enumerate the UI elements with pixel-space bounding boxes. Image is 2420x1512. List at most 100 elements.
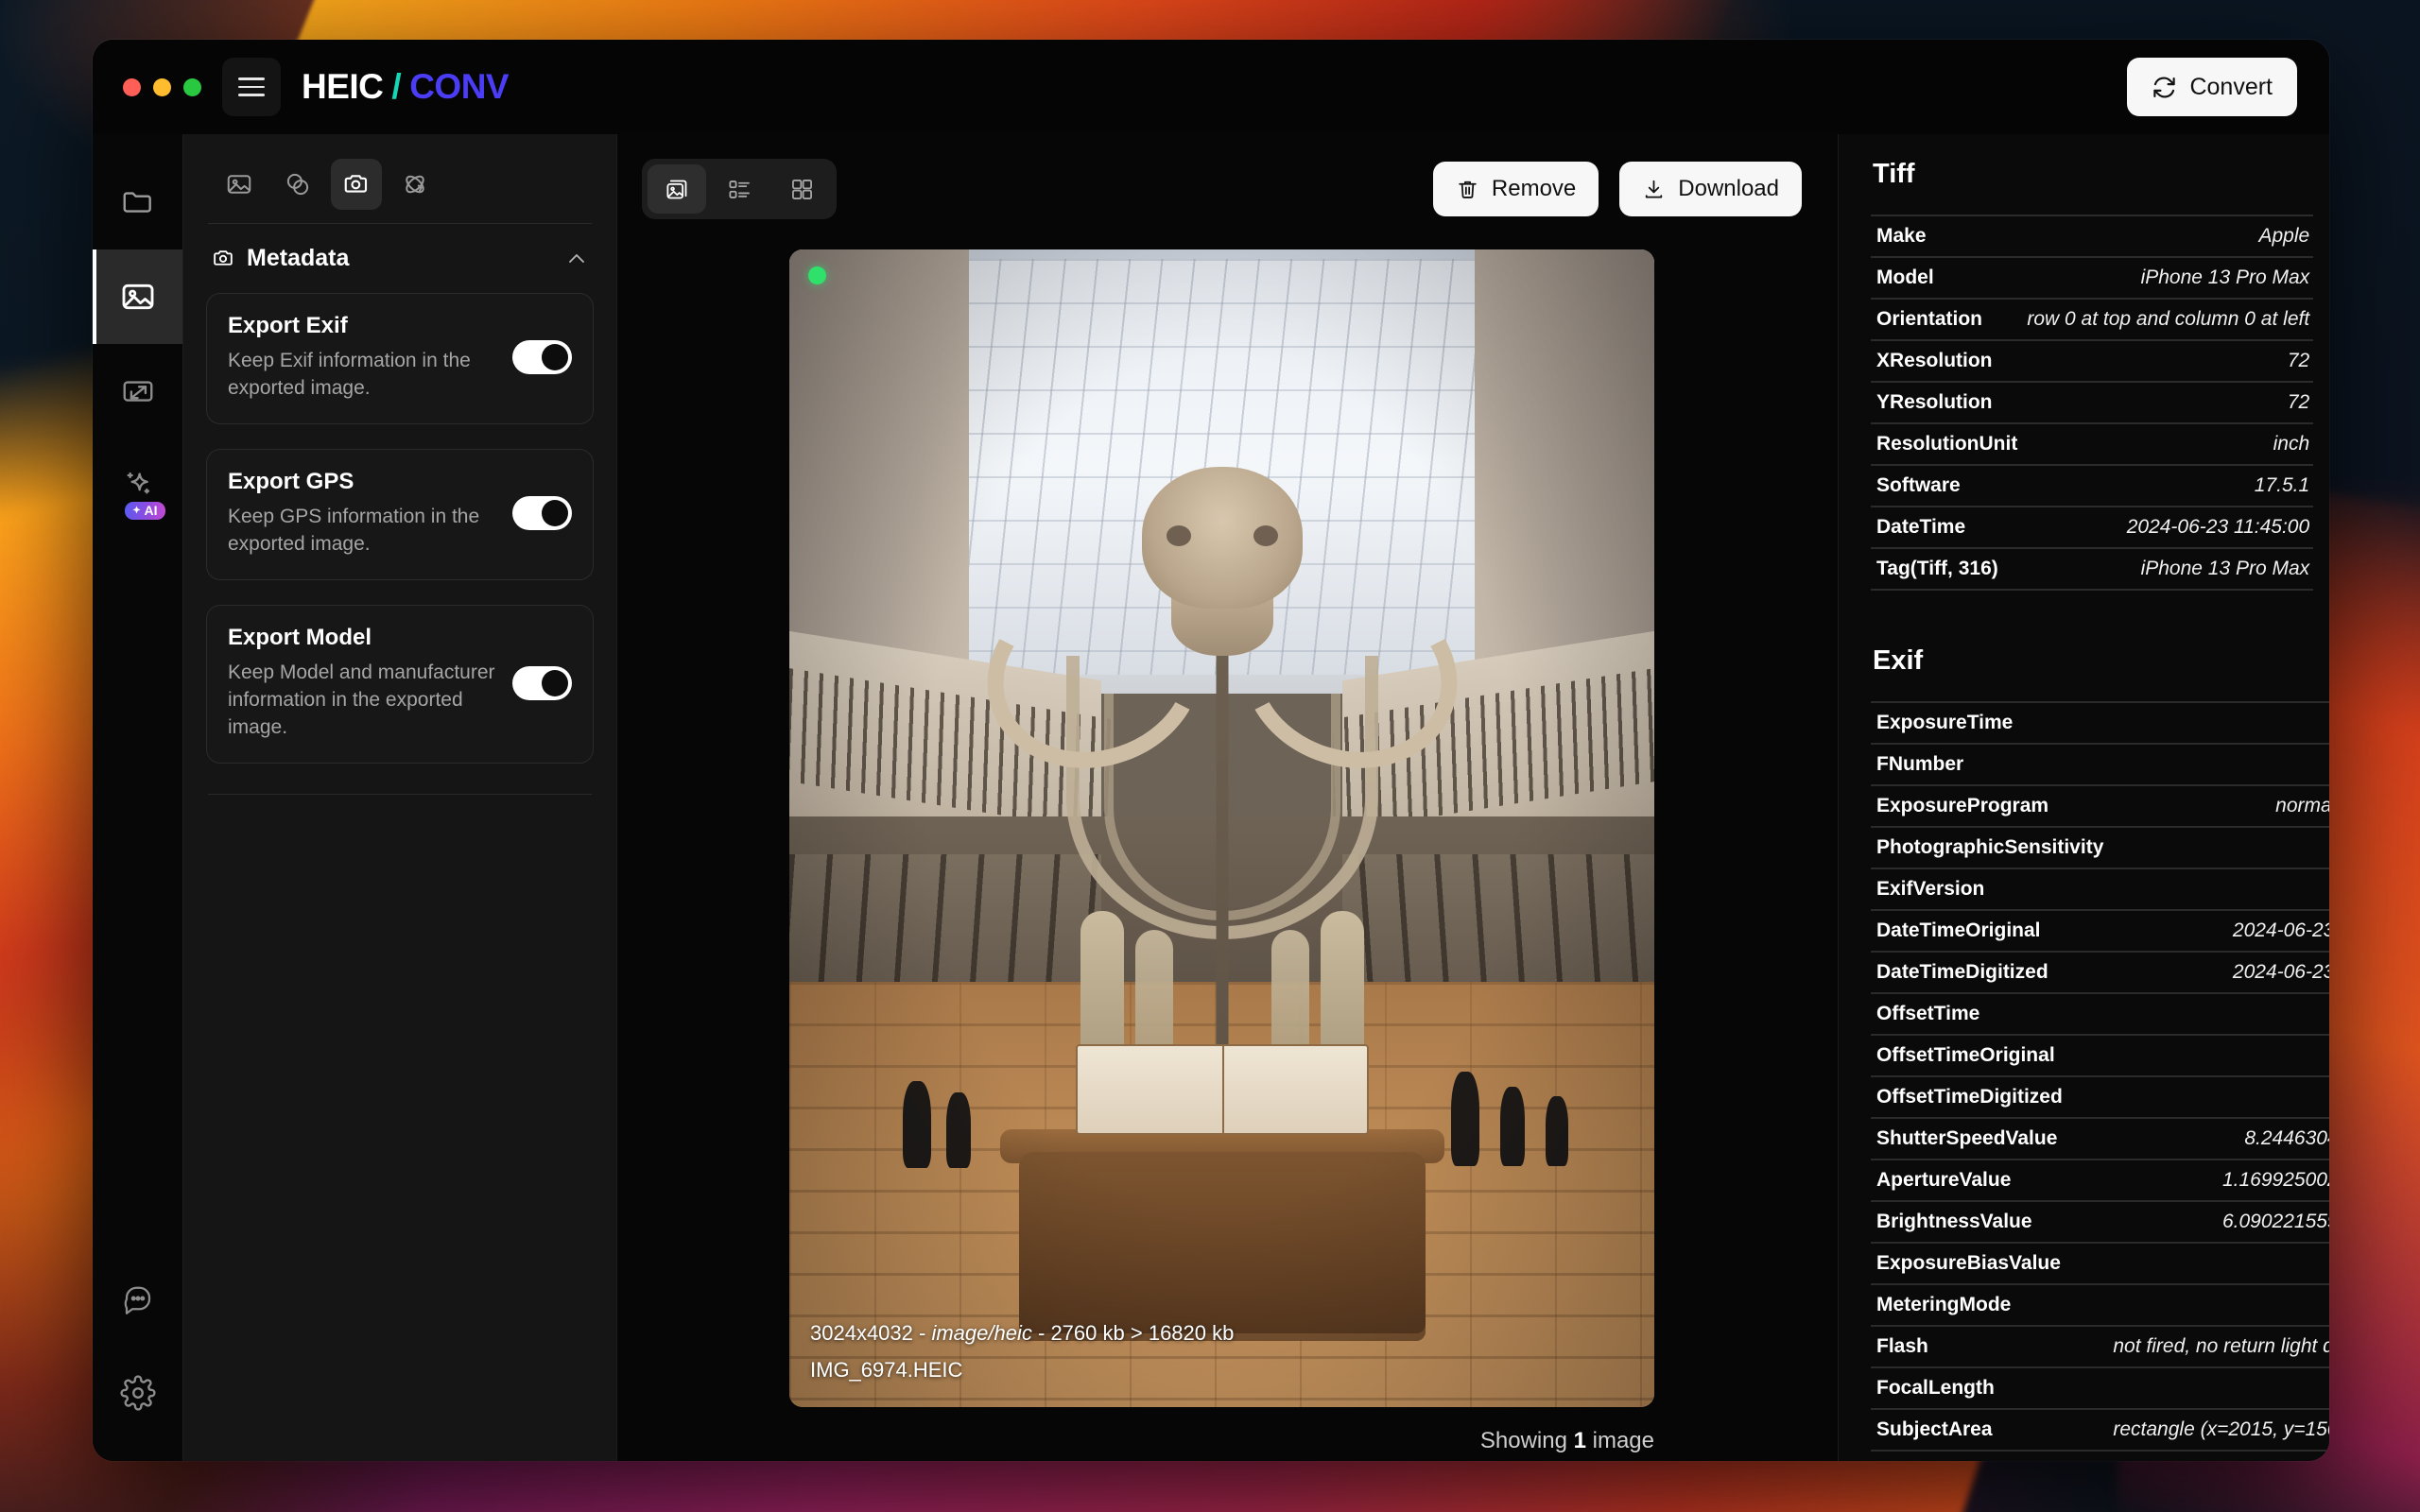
metadata-key: DateTimeOriginal [1871, 910, 2107, 952]
hamburger-icon[interactable] [222, 58, 281, 116]
metadata-key: ExposureBiasValue [1871, 1243, 2107, 1284]
sidebar-item-folder[interactable] [93, 155, 182, 249]
metadata-value: 17.5.1 [2021, 465, 2313, 507]
export-model-toggle[interactable] [512, 666, 572, 700]
image-dimensions: 3024x4032 [810, 1321, 913, 1345]
metadata-section-title: Metadata [247, 245, 554, 272]
metadata-key: Flash [1871, 1326, 2107, 1367]
download-button-label: Download [1678, 176, 1779, 202]
table-row: XResolution72 [1871, 340, 2313, 382]
tab-metadata[interactable] [331, 159, 382, 210]
table-row: YResolution72 [1871, 382, 2313, 423]
remove-button[interactable]: Remove [1433, 162, 1599, 216]
tab-rotate[interactable] [389, 159, 441, 210]
table-row: ExposureTime1/303 [1871, 702, 2329, 744]
metadata-key: Model [1871, 257, 2021, 299]
table-row: OffsetTime+02:00 [1871, 993, 2329, 1035]
refresh-icon [2152, 75, 2177, 100]
metadata-value: 1/303 [2107, 702, 2329, 744]
option-title: Export Model [228, 625, 497, 651]
metadata-value: inch [2021, 423, 2313, 465]
metadata-value: iPhone 13 Pro Max [2021, 548, 2313, 590]
image-icon [225, 170, 253, 198]
metadata-section-header[interactable]: Metadata [206, 245, 594, 293]
maximize-window-button[interactable] [183, 78, 201, 96]
table-row: DateTimeOriginal2024-06-23 11:45:00 [1871, 910, 2329, 952]
metadata-value: +02:00 [2107, 993, 2329, 1035]
sidebar-item-ai-tools[interactable]: AI [93, 438, 182, 533]
table-row: ExposureBiasValue0 [1871, 1243, 2329, 1284]
camera-icon [212, 247, 235, 270]
image-workspace: Remove Download [617, 134, 1838, 1461]
metadata-value: pattern [2107, 1284, 2329, 1326]
option-export-gps: Export GPS Keep GPS information in the e… [206, 449, 594, 580]
sidebar-item-settings[interactable] [93, 1346, 182, 1440]
camera-icon [342, 170, 371, 198]
tiff-section-title: Tiff [1873, 159, 2299, 190]
download-icon [1642, 178, 1666, 201]
tab-effects[interactable] [272, 159, 323, 210]
table-row: ModeliPhone 13 Pro Max [1871, 257, 2313, 299]
option-description: Keep Exif information in the exported im… [228, 347, 497, 403]
option-text: Export Model Keep Model and manufacturer… [228, 625, 497, 742]
metadata-value: 2024-06-23 11:45:00 [2107, 952, 2329, 993]
sidebar-item-resize[interactable] [93, 344, 182, 438]
metadata-key: Software [1871, 465, 2021, 507]
metadata-key: Orientation [1871, 299, 2021, 340]
metadata-value: 0 [2107, 1243, 2329, 1284]
view-mode-group [642, 159, 837, 219]
option-title: Export Exif [228, 313, 497, 339]
sidebar-item-feedback[interactable] [93, 1251, 182, 1346]
chevron-up-icon[interactable] [565, 248, 588, 270]
metadata-key: MakerNote [1871, 1451, 2107, 1461]
sidebar-item-images[interactable] [93, 249, 182, 344]
window-body: AI [93, 134, 2329, 1461]
table-row: ExposureProgramnormal program [1871, 785, 2329, 827]
ai-badge-label: AI [145, 504, 158, 517]
close-window-button[interactable] [123, 78, 141, 96]
option-export-model: Export Model Keep Model and manufacturer… [206, 605, 594, 764]
download-button[interactable]: Download [1619, 162, 1802, 216]
metadata-key: ExposureTime [1871, 702, 2107, 744]
metadata-value: 6.0902215594375795 [2107, 1201, 2329, 1243]
app-window: HEIC / CONV Convert [93, 40, 2329, 1461]
workspace-toolbar: Remove Download [642, 155, 1802, 223]
metadata-value: +02:00 [2107, 1076, 2329, 1118]
window-traffic-lights[interactable] [123, 78, 201, 96]
title-bar: HEIC / CONV Convert [93, 40, 2329, 134]
table-row: Software17.5.1 [1871, 465, 2313, 507]
metadata-value: 72 [2021, 340, 2313, 382]
option-description: Keep Model and manufacturer information … [228, 659, 497, 742]
convert-button[interactable]: Convert [2127, 58, 2297, 116]
tiff-table: MakeAppleModeliPhone 13 Pro MaxOrientati… [1871, 215, 2313, 591]
export-gps-toggle[interactable] [512, 496, 572, 530]
tab-image[interactable] [214, 159, 265, 210]
table-row: ShutterSpeedValue8.24463040446304 [1871, 1118, 2329, 1160]
table-row: Flashnot fired, no return light detectio… [1871, 1326, 2329, 1367]
metadata-value: 1.1699250021066825 [2107, 1160, 2329, 1201]
table-row: OffsetTimeDigitized+02:00 [1871, 1076, 2329, 1118]
metadata-key: ExifVersion [1871, 868, 2107, 910]
image-filename: IMG_6974.HEIC [810, 1358, 1234, 1383]
metadata-value: normal program [2107, 785, 2329, 827]
exif-section-title: Exif [1873, 645, 2299, 677]
circles-icon [284, 170, 312, 198]
remove-button-label: Remove [1492, 176, 1576, 202]
table-row: MeteringModepattern [1871, 1284, 2329, 1326]
image-icon [119, 278, 157, 316]
table-row: ApertureValue1.1699250021066825 [1871, 1160, 2329, 1201]
minimize-window-button[interactable] [153, 78, 171, 96]
view-mode-list[interactable] [710, 164, 769, 214]
metadata-key: XResolution [1871, 340, 2021, 382]
image-stage: 3024x4032 - image/heic - 2760 kb > 16820… [642, 223, 1802, 1461]
settings-panel: Metadata Export Exif Keep Exif informati… [182, 134, 617, 1461]
showing-suffix: image [1586, 1428, 1654, 1453]
view-mode-single[interactable] [648, 164, 706, 214]
view-mode-grid[interactable] [772, 164, 831, 214]
metadata-column[interactable]: Tiff MakeAppleModeliPhone 13 Pro MaxOrie… [1838, 134, 2329, 1461]
image-mime-type: image/heic [931, 1321, 1031, 1345]
exif-table: ExposureTime1/303FNumber1.5ExposureProgr… [1871, 701, 2329, 1461]
export-exif-toggle[interactable] [512, 340, 572, 374]
image-card[interactable]: 3024x4032 - image/heic - 2760 kb > 16820… [789, 249, 1654, 1407]
left-rail: AI [93, 134, 182, 1461]
